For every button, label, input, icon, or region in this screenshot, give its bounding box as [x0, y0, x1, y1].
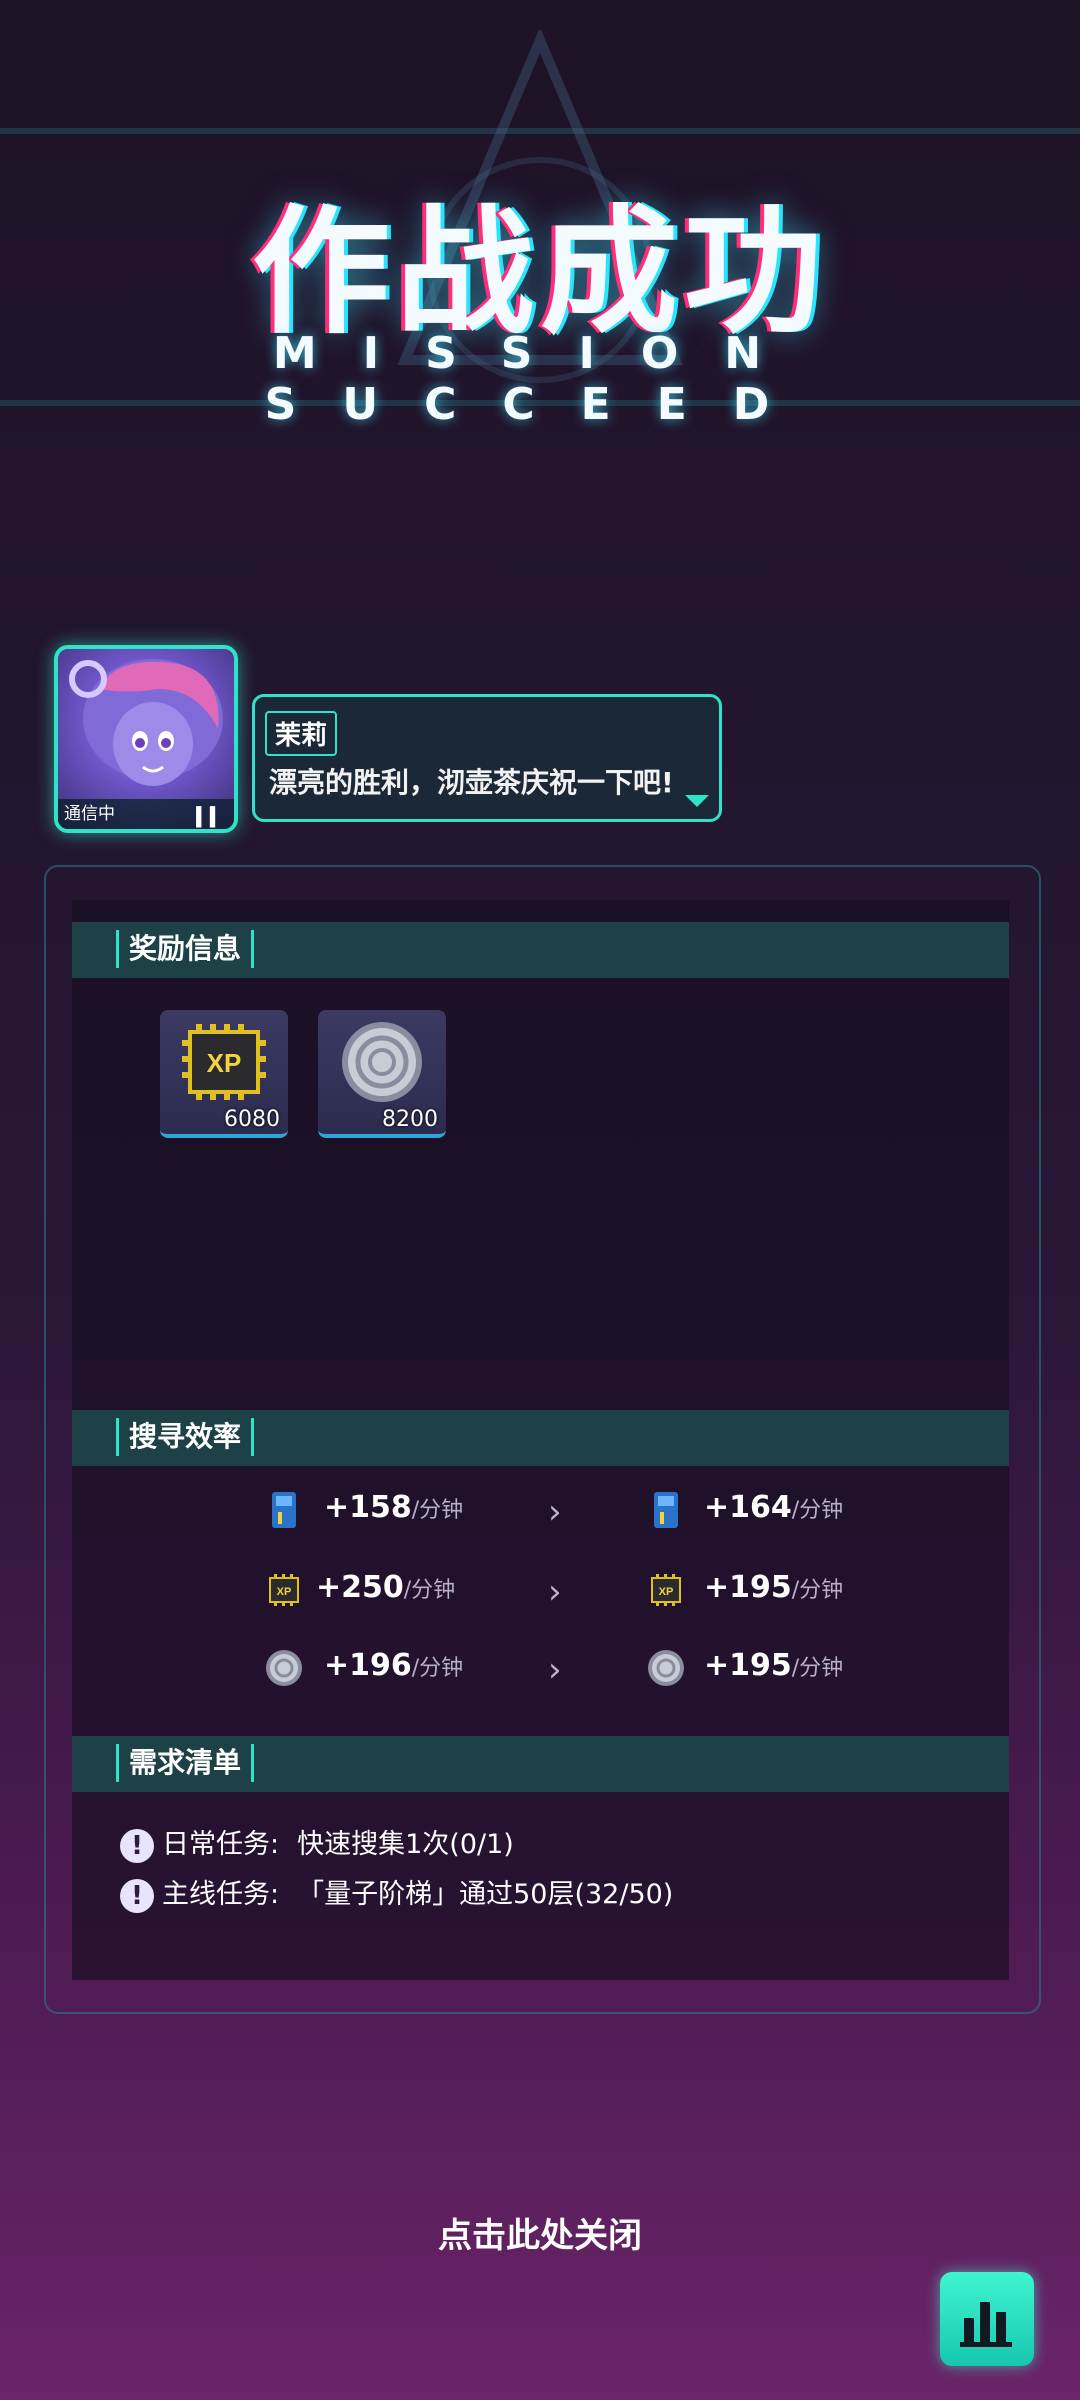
character-avatar-icon [69, 659, 223, 786]
requirements-section-title: 需求清单 [116, 1744, 255, 1782]
reward-item-coin[interactable]: 8200 [318, 1010, 446, 1138]
requirement-item[interactable]: ! 日常任务: 快速搜集1次(0/1) [120, 1822, 514, 1863]
xp-chip-icon: XP [269, 1574, 299, 1606]
chevron-right-icon: › [548, 1572, 562, 1612]
efficiency-after: +195/分钟 [704, 1648, 844, 1683]
signal-bars-icon: ▍▍ [196, 807, 224, 828]
comm-status: 通信中 ▍▍ [58, 799, 234, 829]
silver-coin-icon [266, 1650, 302, 1686]
continue-arrow-icon [685, 795, 709, 807]
chevron-right-icon: › [548, 1650, 562, 1690]
efficiency-before: +196/分钟 [324, 1648, 464, 1683]
dialog-bubble[interactable]: 茉莉 漂亮的胜利，沏壶茶庆祝一下吧! [252, 694, 722, 822]
efficiency-after: +164/分钟 [704, 1490, 844, 1525]
chevron-right-icon: › [548, 1492, 562, 1532]
blue-card-icon [654, 1492, 678, 1528]
requirements-section-header: 需求清单 [72, 1736, 1009, 1792]
reward-count: 6080 [224, 1107, 280, 1132]
silver-coin-icon [342, 1022, 422, 1102]
reward-count: 8200 [382, 1107, 438, 1132]
xp-chip-icon: XP [651, 1574, 681, 1606]
silver-coin-icon [648, 1650, 684, 1686]
alert-icon: ! [120, 1828, 154, 1863]
svg-text:XP: XP [277, 1586, 292, 1598]
efficiency-section-header: 搜寻效率 [72, 1410, 1009, 1466]
efficiency-row: +196/分钟 › +195/分钟 [0, 1638, 1080, 1698]
efficiency-row: +158/分钟 › +164/分钟 [0, 1480, 1080, 1540]
svg-text:XP: XP [207, 1048, 242, 1078]
page-subtitle: MISSION SUCCEED [264, 328, 816, 430]
requirement-item[interactable]: ! 主线任务: 「量子阶梯」通过50层(32/50) [120, 1872, 673, 1913]
xp-chip-icon: XP [182, 1024, 266, 1100]
bar-chart-icon [960, 2302, 1012, 2347]
requirement-text: 「量子阶梯」通过50层(32/50) [297, 1879, 674, 1910]
requirement-text: 快速搜集1次(0/1) [297, 1829, 514, 1860]
comm-status-label: 通信中 [64, 804, 115, 824]
efficiency-after: +195/分钟 [704, 1570, 844, 1605]
character-portrait: 通信中 ▍▍ [54, 645, 238, 833]
rewards-section-header: 奖励信息 [72, 922, 1009, 978]
efficiency-section-title: 搜寻效率 [116, 1418, 255, 1456]
close-hint[interactable]: 点击此处关闭 [0, 2208, 1080, 2257]
rewards-section-title: 奖励信息 [116, 930, 255, 968]
alert-icon: ! [120, 1878, 154, 1913]
efficiency-row: XP +250/分钟 › XP +195/分钟 [0, 1560, 1080, 1620]
dialog-text: 漂亮的胜利，沏壶茶庆祝一下吧! [269, 766, 674, 799]
stats-button[interactable] [940, 2272, 1034, 2366]
efficiency-before: +158/分钟 [324, 1490, 464, 1525]
requirement-label: 日常任务: [162, 1829, 280, 1860]
svg-text:XP: XP [659, 1586, 674, 1598]
requirement-label: 主线任务: [162, 1879, 280, 1910]
reward-item-xp[interactable]: XP 6080 [160, 1010, 288, 1138]
efficiency-before: +250/分钟 [316, 1570, 456, 1605]
blue-card-icon [272, 1492, 296, 1528]
speaker-name: 茉莉 [265, 711, 338, 756]
